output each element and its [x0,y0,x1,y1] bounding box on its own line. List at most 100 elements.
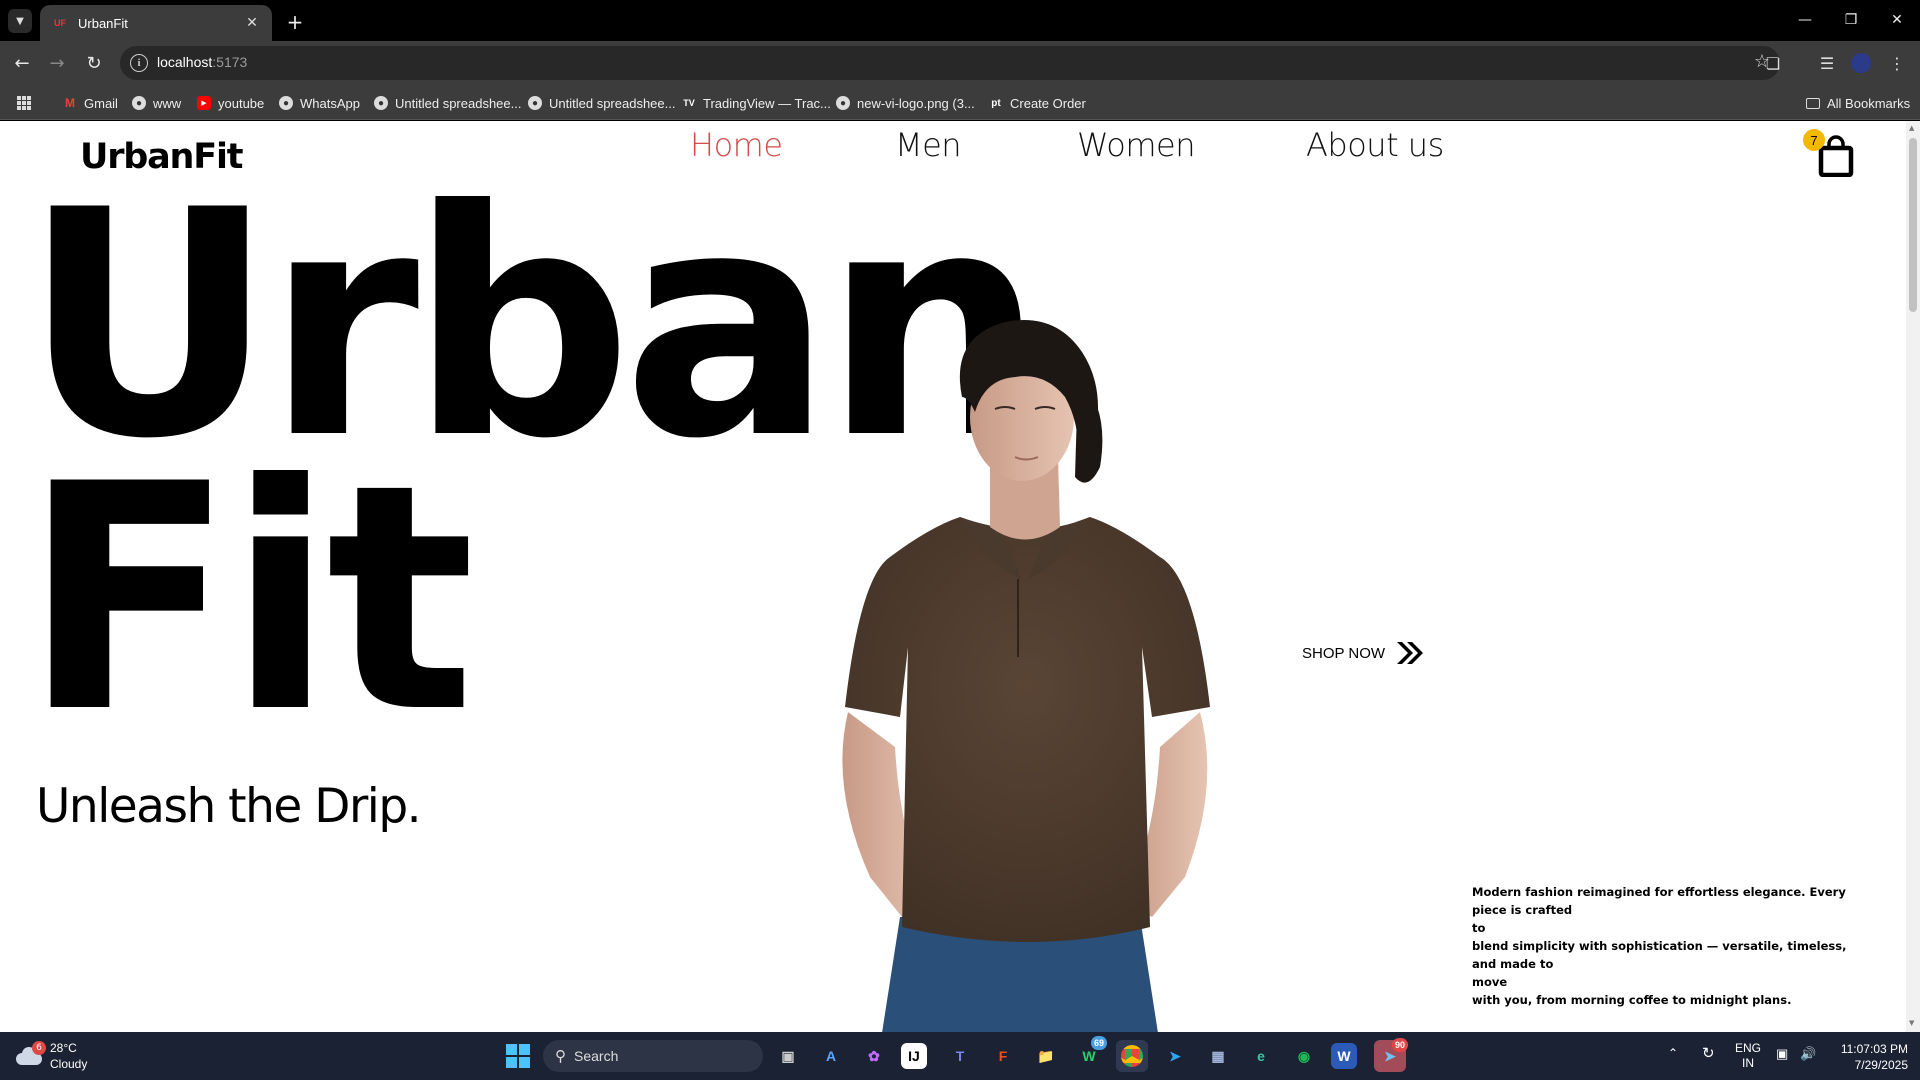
weather-temp: 28°C [50,1041,77,1055]
chevron-down-icon: ▼ [16,15,24,27]
vscode-icon[interactable]: ➤ [1159,1040,1191,1072]
search-label: Search [574,1048,619,1064]
windows-taskbar: 6 28°C Cloudy ⚲ Search ▣ A ✿ IJ T F 📁 W6… [0,1032,1920,1080]
folder-icon [1806,97,1820,109]
weather-widget[interactable]: 6 28°C Cloudy [14,1040,87,1072]
page-viewport: UrbanFit Home Men Women About us 7 Urban… [0,121,1906,1032]
shop-now-label: SHOP NOW [1302,644,1386,662]
extensions-icon[interactable]: ❏ [1760,50,1786,76]
double-chevron-right-icon [1397,642,1424,664]
spotify-icon[interactable]: ◉ [1288,1040,1320,1072]
weather-badge: 6 [32,1041,46,1055]
brand-description: Modern fashion reimagined for effortless… [1472,883,1872,1009]
site-info-icon[interactable]: i [130,54,148,72]
tradingview-icon: TV [683,98,695,108]
youtube-icon: ▶ [197,96,211,110]
bookmark-create-order[interactable]: pt Create Order [989,93,1086,113]
copilot-icon[interactable]: ✿ [858,1040,890,1072]
scrollbar-thumb[interactable] [1909,138,1917,312]
word-icon[interactable]: W [1331,1043,1357,1069]
all-bookmarks[interactable]: All Bookmarks [1806,93,1910,113]
bookmark-logo-png[interactable]: ● new-vi-logo.png (3... [836,93,975,113]
shop-now-button[interactable]: SHOP NOW [1302,640,1425,666]
new-tab-button[interactable]: + [282,9,308,35]
bookmarks-bar: M Gmail ● www ▶ youtube ● WhatsApp ● Untitled… [0,85,1920,120]
scroll-up-icon[interactable]: ▲ [1909,124,1914,132]
telegram-badge: 90 [1392,1038,1408,1052]
taskbar-search[interactable]: ⚲ Search [543,1040,763,1072]
bookmark-tradingview[interactable]: TV TradingView — Trac... [682,93,831,113]
tab-favicon-icon: UF [54,18,66,28]
tab-strip: ▼ UF UrbanFit ✕ + — ❐ ✕ [0,0,1920,41]
description-line: move [1472,975,1508,989]
sync-icon[interactable]: ↻ [1702,1046,1715,1061]
media-control-icon[interactable]: ☰ [1814,50,1840,76]
system-clock[interactable]: 11:07:03 PM 7/29/2025 [1826,1041,1908,1073]
lang-region: IN [1742,1056,1754,1070]
bookmark-gmail[interactable]: M Gmail [63,93,118,113]
hero-title-line-2: Fit [22,417,475,781]
description-line: with you, from morning coffee to midnigh… [1472,993,1792,1007]
bookmark-spreadsheet-2[interactable]: ● Untitled spreadshee... [528,93,675,113]
search-icon: ⚲ [555,1048,566,1065]
address-bar[interactable]: i localhost:5173 ☆ [120,46,1780,80]
page-scrollbar[interactable]: ▲ ▼ [1906,121,1920,1032]
task-view-icon[interactable]: ▣ [772,1040,804,1072]
bookmark-youtube[interactable]: ▶ youtube [197,93,264,113]
windows-logo-icon [506,1044,530,1068]
nav-women[interactable]: Women [1077,126,1195,164]
file-explorer-icon[interactable]: 📁 [1030,1040,1062,1072]
clock-time: 11:07:03 PM [1840,1042,1908,1056]
browser-tab[interactable]: UF UrbanFit ✕ [40,5,272,41]
nav-about-us[interactable]: About us [1306,126,1444,164]
bookmark-whatsapp[interactable]: ● WhatsApp [279,93,360,113]
language-indicator[interactable]: ENG IN [1735,1041,1761,1071]
figma-icon[interactable]: F [987,1040,1019,1072]
description-line: blend simplicity with sophistication — v… [1472,939,1847,971]
scroll-down-icon[interactable]: ▼ [1909,1019,1914,1027]
pt-icon: pt [991,97,1001,109]
tab-title: UrbanFit [78,15,128,31]
teams-icon[interactable]: T [944,1040,976,1072]
app-store-icon[interactable]: A [815,1040,847,1072]
restore-button[interactable]: ❐ [1828,6,1874,34]
weather-condition: Cloudy [50,1057,88,1071]
close-window-button[interactable]: ✕ [1874,6,1920,34]
lang-code: ENG [1735,1041,1762,1055]
globe-icon: ● [528,96,542,110]
cart-count-badge: 7 [1803,129,1825,151]
close-tab-icon[interactable]: ✕ [242,13,262,33]
globe-icon: ● [836,96,850,110]
bookmark-spreadsheet-1[interactable]: ● Untitled spreadshee... [374,93,521,113]
minimize-button[interactable]: — [1782,6,1828,34]
cloud-icon: 6 [14,1041,46,1067]
network-icon[interactable]: ▣ [1776,1046,1788,1061]
globe-icon: ● [132,96,146,110]
tab-search-button[interactable]: ▼ [8,9,32,33]
intellij-icon[interactable]: IJ [901,1043,927,1069]
description-line: to [1472,921,1486,935]
menu-icon[interactable]: ⋮ [1884,50,1910,76]
reload-button[interactable]: ↻ [80,49,108,77]
edge-icon[interactable]: e [1245,1040,1277,1072]
hero-model-image [842,320,1210,1032]
chrome-icon[interactable] [1116,1040,1148,1072]
ms-store-icon[interactable]: ▦ [1202,1040,1234,1072]
telegram-icon[interactable]: ➤ 90 [1374,1038,1408,1072]
hero-tagline: Unleash the Drip. [36,779,422,834]
globe-icon: ● [374,96,388,110]
clock-date: 7/29/2025 [1854,1058,1908,1072]
url-text: localhost:5173 [157,54,248,70]
gmail-icon: M [65,96,75,110]
profile-avatar[interactable] [1848,50,1874,76]
whatsapp-icon[interactable]: W 69 [1073,1036,1107,1072]
description-line: Modern fashion reimagined for effortless… [1472,885,1846,917]
bookmark-www[interactable]: ● www [132,93,181,113]
start-button[interactable] [502,1040,534,1072]
volume-icon[interactable]: 🔊 [1800,1046,1816,1061]
back-button[interactable]: ← [8,49,36,77]
globe-icon: ● [279,96,293,110]
tray-overflow-icon[interactable]: ⌃ [1668,1046,1678,1061]
forward-button[interactable]: → [43,49,71,77]
apps-grid-icon[interactable] [16,93,32,113]
